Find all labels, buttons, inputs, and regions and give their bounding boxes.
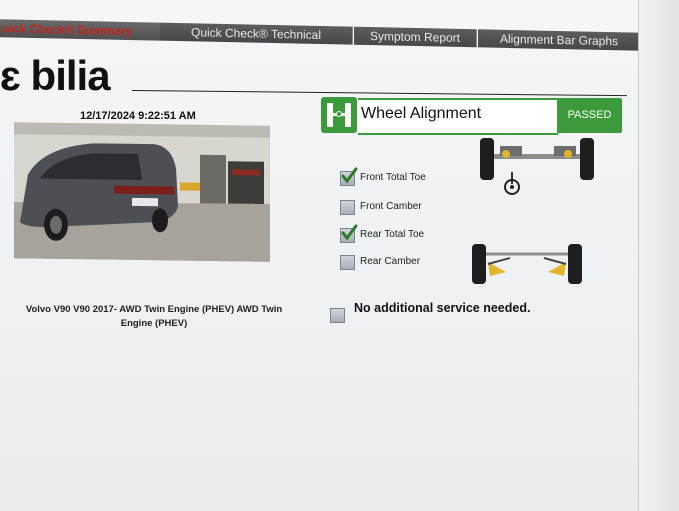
front-total-toe-label: Front Total Toe (360, 172, 426, 183)
rear-total-toe-checkbox[interactable] (340, 224, 358, 243)
front-total-toe-checkbox[interactable] (340, 167, 358, 186)
wheel-alignment-header: Wheel Alignment (358, 98, 558, 135)
tab-alignment-bar-graphs[interactable]: Alignment Bar Graphs (478, 29, 641, 51)
report-timestamp: 12/17/2024 9:22:51 AM (80, 110, 196, 122)
header-rule (131, 90, 627, 97)
tab-quick-check-technical[interactable]: Quick Check® Technical (160, 22, 353, 45)
vehicle-photo (14, 122, 270, 262)
checkmark-icon (341, 167, 358, 184)
monitor-screen: uick Check® Summary Quick Check® Technic… (0, 0, 679, 511)
rear-total-toe-label: Rear Total Toe (360, 229, 425, 240)
bilia-logo: ɛ bilia (0, 52, 111, 99)
vehicle-description: Volvo V90 V90 2017- AWD Twin Engine (PHE… (25, 304, 283, 329)
front-camber-checkbox[interactable] (340, 200, 355, 215)
no-service-checkbox[interactable] (330, 308, 345, 323)
front-axle-diagram-icon (476, 132, 598, 205)
rear-axle-diagram-icon (470, 240, 584, 293)
rear-camber-checkbox[interactable] (340, 255, 355, 270)
checkmark-icon (341, 224, 358, 241)
status-badge: PASSED (557, 98, 622, 133)
no-service-message: No additional service needed. (354, 301, 531, 315)
monitor-bezel (638, 0, 679, 511)
tab-quick-check-summary[interactable]: uick Check® Summary (0, 19, 161, 41)
tab-symptom-report[interactable]: Symptom Report (354, 26, 477, 48)
wheel-alignment-icon (321, 97, 357, 133)
car-photo-illustration (14, 122, 270, 262)
wheel-alignment-title: Wheel Alignment (361, 105, 482, 122)
logo-text: bilia (30, 52, 111, 99)
tab-bar: uick Check® Summary Quick Check® Technic… (0, 19, 641, 52)
front-camber-label: Front Camber (360, 201, 422, 212)
rear-camber-label: Rear Camber (360, 256, 421, 267)
